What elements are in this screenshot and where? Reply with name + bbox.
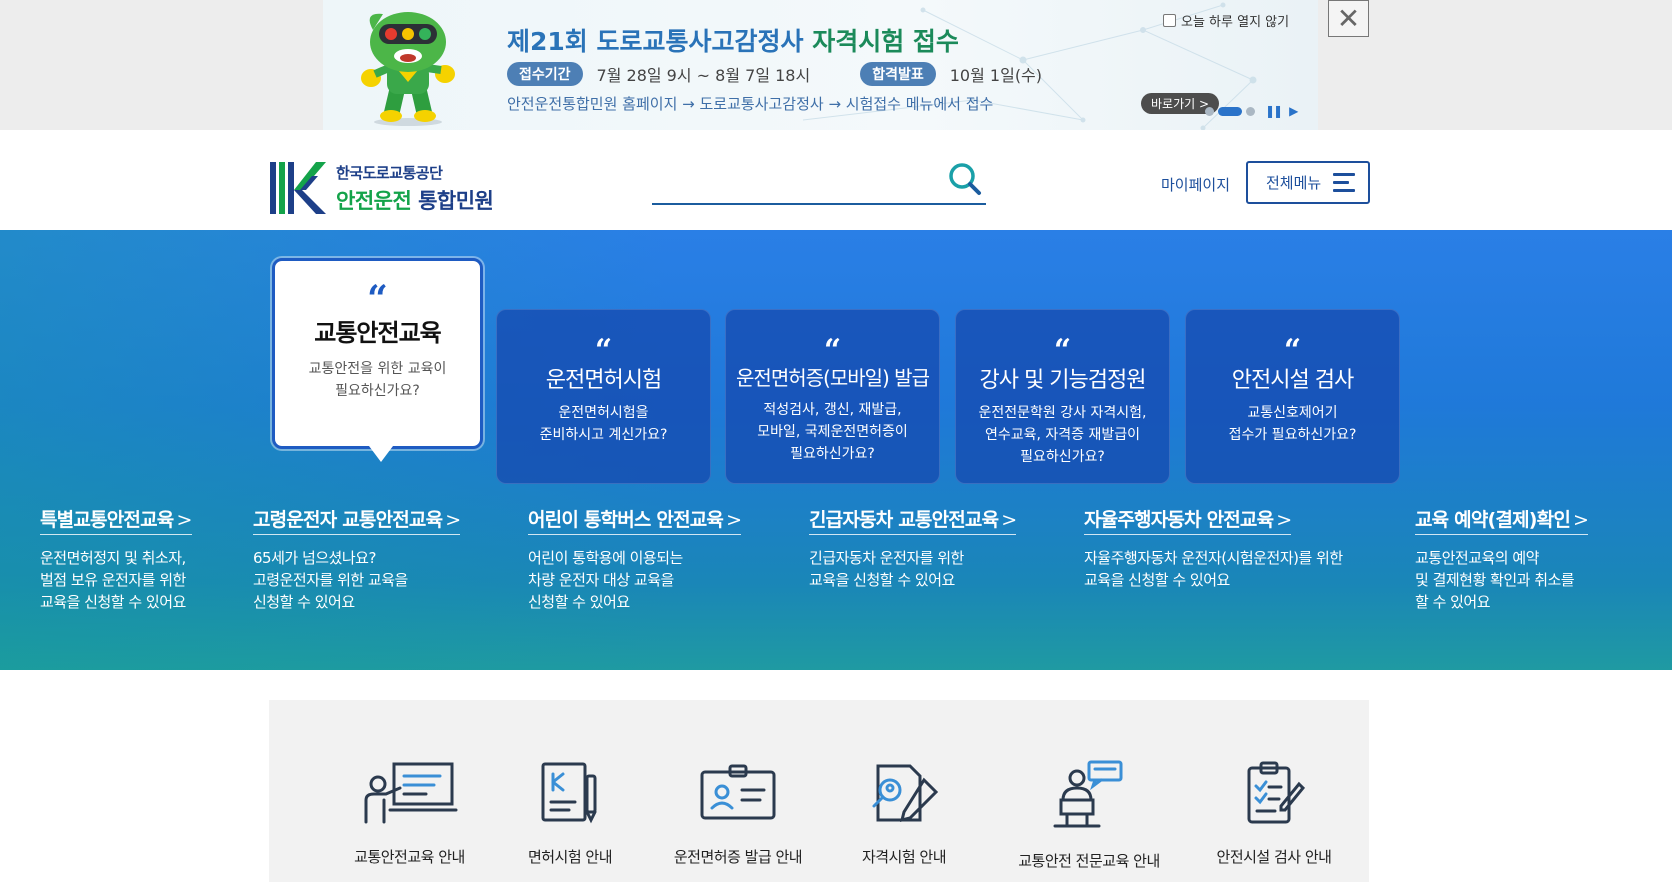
guide-label: 면허시험 안내 — [527, 848, 613, 866]
guide-label: 교통안전교육 안내 — [354, 848, 465, 866]
card-instructor-examiner[interactable]: “ 강사 및 기능검정원 운전전문학원 강사 자격시험, 연수교육, 자격증 재발… — [955, 309, 1170, 484]
guide-item-professional-education[interactable]: 교통안전 전문교육 안내 — [975, 760, 1203, 871]
mypage-link[interactable]: 마이페이지 — [1161, 174, 1230, 195]
id-card-icon — [700, 764, 776, 820]
banner-schedule: 접수기간 7월 28일 9시 ~ 8월 7일 18시 합격발표 10월 1일(수… — [507, 62, 1042, 86]
play-icon[interactable]: ▶ — [1289, 104, 1298, 118]
pager-active-dot[interactable] — [1218, 106, 1242, 116]
search-input[interactable] — [652, 160, 986, 205]
site-header: 한국도로교통공단 안전운전 통합민원 마이페이지 전체메뉴 — [0, 130, 1672, 230]
edu-elderly-driver: 고령운전자 교통안전교육 > 65세가 넘으셨나요? 고령운전자를 위한 교육을 신청… — [253, 505, 461, 613]
quote-icon: “ — [1053, 333, 1072, 368]
quote-icon: “ — [594, 333, 613, 368]
edu-special-traffic-safety: 특별교통안전교육 > 운전면허정지 및 취소자, 벌점 보유 운전자를 위한 교육을 … — [40, 505, 192, 613]
card-title: 운전면허시험 — [545, 368, 662, 393]
quote-icon: “ — [367, 278, 388, 320]
guide-section: 교통안전교육 안내 면허시험 안내 운전면허증 발급 안내 자격시험 안내 교통… — [269, 700, 1369, 882]
pager-dot[interactable] — [1205, 106, 1214, 116]
chevron-right-icon: > — [1573, 509, 1589, 531]
card-desc: 운전전문학원 강사 자격시험, 연수교육, 자격증 재발급이 필요하신가요? — [978, 405, 1147, 465]
edu-desc: 운전면허정지 및 취소자, 벌점 보유 운전자를 위한 교육을 신청할 수 있어요 — [40, 549, 186, 611]
pager-dot[interactable] — [1246, 106, 1255, 116]
card-title: 안전시설 검사 — [1231, 368, 1354, 393]
card-desc: 교통신호제어기 접수가 필요하신가요? — [1228, 405, 1357, 443]
result-badge: 합격발표 — [860, 62, 936, 86]
edu-desc: 65세가 넘으셨나요? 고령운전자를 위한 교육을 신청할 수 있어요 — [253, 549, 408, 611]
koroad-logo-icon — [270, 162, 326, 214]
guide-item-facility-inspection[interactable]: 안전시설 검사 안내 — [1194, 760, 1354, 867]
edu-autonomous-vehicle: 자율주행자동차 안전교육 > 자율주행자동차 운전자(시험운전자)를 위한 교육을 … — [1084, 505, 1343, 591]
banner-pager: ❚❚ ▶ — [1205, 104, 1298, 118]
document-pen-icon — [541, 762, 597, 824]
result-value: 10월 1일(수) — [949, 66, 1043, 85]
period-badge: 접수기간 — [507, 62, 583, 86]
guide-label: 안전시설 검사 안내 — [1216, 848, 1332, 866]
guide-label: 운전면허증 발급 안내 — [673, 848, 803, 866]
card-desc: 운전면허시험을 준비하시고 계신가요? — [539, 405, 668, 443]
edu-link[interactable]: 고령운전자 교통안전교육 > — [253, 505, 461, 535]
card-license-issue[interactable]: “ 운전면허증(모바일) 발급 적성검사, 갱신, 재발급, 모바일, 국제운전면… — [725, 309, 940, 484]
edu-desc: 긴급자동차 운전자를 위한 교육을 신청할 수 있어요 — [809, 549, 964, 589]
guide-item-qualification-exam[interactable]: 자격시험 안내 — [829, 760, 979, 867]
edu-link[interactable]: 특별교통안전교육 > — [40, 505, 192, 535]
mascot-traffic-light-icon — [361, 12, 455, 126]
edu-school-bus: 어린이 통학버스 안전교육 > 어린이 통학용에 이용되는 차량 운전자 대상 교육… — [528, 505, 742, 613]
banner-close-button[interactable]: ✕ — [1328, 0, 1369, 37]
chevron-right-icon: > — [176, 509, 192, 531]
today-close-checkbox[interactable] — [1163, 14, 1176, 27]
edu-emergency-vehicle: 긴급자동차 교통안전교육 > 긴급자동차 운전자를 위한 교육을 신청할 수 있어요 — [809, 505, 1017, 591]
card-title: 강사 및 기능검정원 — [979, 368, 1147, 393]
lecturer-icon — [1053, 760, 1123, 828]
card-safety-facility-inspection[interactable]: “ 안전시설 검사 교통신호제어기 접수가 필요하신가요? — [1185, 309, 1400, 484]
checklist-icon — [1247, 761, 1306, 824]
guide-item-license-test[interactable]: 면허시험 안내 — [505, 760, 635, 867]
guide-label: 자격시험 안내 — [861, 848, 947, 866]
edu-desc: 자율주행자동차 운전자(시험운전자)를 위한 교육을 신청할 수 있어요 — [1084, 549, 1343, 589]
card-driver-license-test[interactable]: “ 운전면허시험 운전면허시험을 준비하시고 계신가요? — [496, 309, 711, 484]
banner-title: 제21회 도로교통사고감정사 자격시험 접수 — [507, 27, 959, 56]
quote-icon: “ — [823, 333, 842, 368]
card-traffic-safety-education[interactable]: “ 교통안전교육 교통안전을 위한 교육이 필요하신가요? — [272, 258, 483, 462]
guide-label: 교통안전 전문교육 안내 — [1018, 852, 1160, 870]
chevron-right-icon: > — [445, 509, 461, 531]
guide-item-traffic-education[interactable]: 교통안전교육 안내 — [317, 760, 502, 867]
card-title: 교통안전교육 — [314, 319, 441, 347]
pause-icon[interactable]: ❚❚ — [1265, 104, 1283, 118]
card-desc: 교통안전을 위한 교육이 필요하신가요? — [308, 361, 447, 399]
banner-path-text: 안전운전통합민원 홈페이지 → 도로교통사고감정사 → 시험접수 메뉴에서 접수 — [507, 95, 994, 113]
hamburger-icon — [1333, 173, 1356, 192]
search-icon[interactable] — [948, 162, 982, 196]
chevron-right-icon: > — [1276, 509, 1292, 531]
top-promo-banner: 제21회 도로교통사고감정사 자격시험 접수 접수기간 7월 28일 9시 ~ … — [0, 0, 1672, 130]
edu-link[interactable]: 긴급자동차 교통안전교육 > — [809, 505, 1017, 535]
logo-service-name: 안전운전 통합민원 — [336, 188, 494, 213]
period-value: 7월 28일 9시 ~ 8월 7일 18시 — [596, 66, 811, 85]
edu-link[interactable]: 어린이 통학버스 안전교육 > — [528, 505, 742, 535]
edu-desc: 교통안전교육의 예약 및 결제현황 확인과 취소를 할 수 있어요 — [1415, 549, 1575, 611]
hero-section: “ 교통안전교육 교통안전을 위한 교육이 필요하신가요? “ 운전면허시험 운전… — [0, 230, 1672, 670]
card-title: 운전면허증(모바일) 발급 — [736, 366, 930, 390]
guide-item-license-issue[interactable]: 운전면허증 발급 안내 — [643, 760, 833, 867]
quote-icon: “ — [1283, 333, 1302, 368]
edu-link[interactable]: 교육 예약(결제)확인 > — [1415, 505, 1589, 535]
all-menu-label: 전체메뉴 — [1266, 174, 1322, 192]
close-icon: ✕ — [1336, 1, 1361, 35]
all-menu-button[interactable]: 전체메뉴 — [1246, 161, 1370, 204]
presentation-icon — [364, 762, 457, 824]
card-desc: 적성검사, 갱신, 재발급, 모바일, 국제운전면허증이 필요하신가요? — [757, 402, 908, 462]
today-close-option[interactable]: 오늘 하루 열지 않기 — [1163, 11, 1289, 30]
chevron-right-icon: > — [726, 509, 742, 531]
edu-link[interactable]: 자율주행자동차 안전교육 > — [1084, 505, 1292, 535]
today-close-label: 오늘 하루 열지 않기 — [1181, 15, 1290, 30]
site-logo[interactable]: 한국도로교통공단 안전운전 통합민원 — [270, 160, 494, 216]
edu-desc: 어린이 통학용에 이용되는 차량 운전자 대상 교육을 신청할 수 있어요 — [528, 549, 683, 611]
magnifier-pen-icon — [872, 764, 939, 823]
edu-reservation-check: 교육 예약(결제)확인 > 교통안전교육의 예약 및 결제현황 확인과 취소를 할 수… — [1415, 505, 1589, 613]
logo-org-name: 한국도로교통공단 — [336, 163, 443, 182]
chevron-right-icon: > — [1001, 509, 1017, 531]
